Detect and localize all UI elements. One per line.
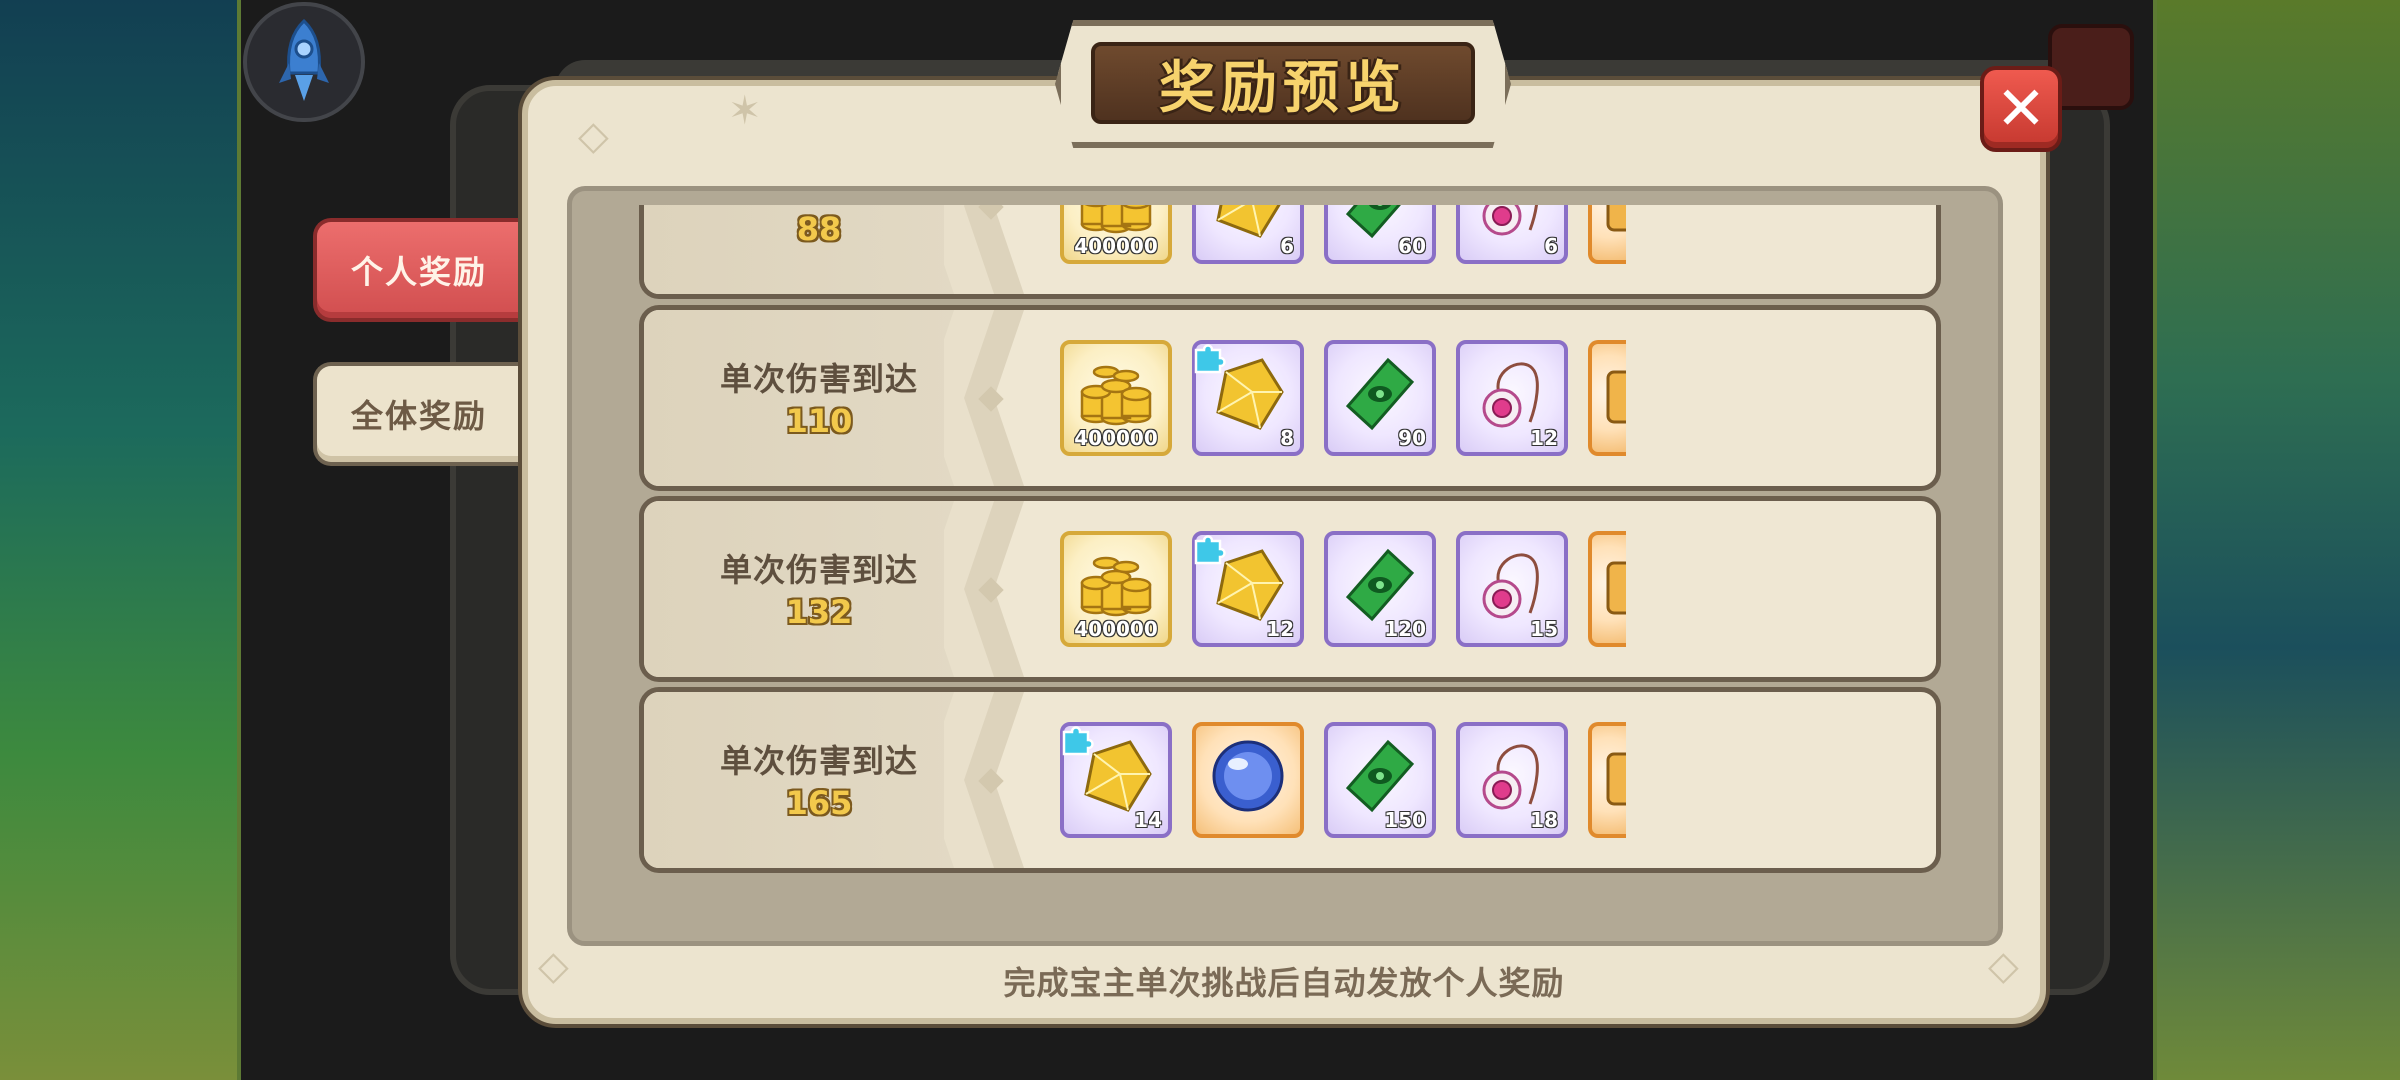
- close-button[interactable]: ✕: [1980, 66, 2062, 152]
- reward-item[interactable]: 120: [1324, 531, 1436, 647]
- fragment-puzzle-icon: [1194, 535, 1226, 565]
- reward-list[interactable]: 单次伤害到达884000006606单次伤害到达11040000089012单次…: [567, 186, 2003, 946]
- row-label: 单次伤害到达: [719, 360, 918, 398]
- reward-item[interactable]: 6: [1456, 205, 1568, 264]
- rocket-icon: [279, 18, 329, 101]
- item-quantity: 400000: [1074, 426, 1158, 450]
- reward-item[interactable]: [1192, 722, 1304, 838]
- pink-amulet-icon: [1482, 362, 1539, 428]
- reward-row: 单次伤害到达 88 400000 6 60 6: [639, 205, 1941, 299]
- row-label: 单次伤害到达: [719, 551, 918, 589]
- title-plate: 奖励预览: [1055, 20, 1511, 148]
- tab-personal-rewards[interactable]: 个人奖励: [313, 218, 521, 322]
- item-quantity: 120: [1384, 617, 1426, 641]
- reward-item[interactable]: 90: [1324, 340, 1436, 456]
- green-gem-icon: [1345, 739, 1415, 813]
- reward-item-partial[interactable]: [1588, 531, 1626, 647]
- item-quantity: 400000: [1074, 234, 1158, 258]
- row-threshold-value: 165: [785, 784, 853, 822]
- corner-ornament-icon: ✶: [728, 88, 762, 134]
- reward-item[interactable]: 400000: [1060, 340, 1172, 456]
- green-gem-icon: [1345, 548, 1415, 622]
- item-quantity: 400000: [1074, 617, 1158, 641]
- green-gem-icon: [1345, 357, 1415, 431]
- item-quantity: 6: [1280, 234, 1294, 258]
- gold-crystal-icon: [1216, 205, 1281, 238]
- gold-coins-icon: [1080, 556, 1152, 617]
- item-quantity: 150: [1384, 808, 1426, 832]
- item-quantity: 8: [1280, 426, 1294, 450]
- row-threshold-value: 88: [796, 210, 842, 248]
- mystery-chest-icon: [1606, 205, 1626, 232]
- mystery-chest-icon: [1606, 561, 1626, 615]
- item-quantity: 90: [1398, 426, 1426, 450]
- reward-item-partial[interactable]: [1588, 722, 1626, 838]
- row-label: 单次伤害到达: [644, 205, 994, 208]
- page-title: 奖励预览: [1091, 42, 1475, 124]
- pink-amulet-icon: [1482, 553, 1539, 619]
- item-quantity: 12: [1530, 426, 1558, 450]
- reward-row: 单次伤害到达 165 14 150 18: [639, 687, 1941, 873]
- fragment-puzzle-icon: [1194, 344, 1226, 374]
- tab-all-rewards[interactable]: 全体奖励: [313, 362, 521, 466]
- row-label: 单次伤害到达: [719, 742, 918, 780]
- item-quantity: 14: [1134, 808, 1162, 832]
- reward-row: 单次伤害到达 110 400000 8 90 12: [639, 305, 1941, 491]
- gold-coins-icon: [1080, 365, 1152, 426]
- mystery-chest-icon: [1606, 752, 1626, 806]
- pink-amulet-icon: [1482, 205, 1538, 236]
- rocket-button[interactable]: [243, 2, 365, 122]
- pink-amulet-icon: [1482, 744, 1539, 810]
- reward-item[interactable]: 14: [1060, 722, 1172, 838]
- reward-item[interactable]: 8: [1192, 340, 1304, 456]
- reward-item[interactable]: 400000: [1060, 205, 1172, 264]
- reward-list-viewport: 单次伤害到达884000006606单次伤害到达11040000089012单次…: [572, 205, 1998, 941]
- corner-ornament-icon: ◇: [578, 113, 609, 159]
- reward-item[interactable]: 6: [1192, 205, 1304, 264]
- reward-item[interactable]: 12: [1456, 340, 1568, 456]
- item-quantity: 6: [1544, 234, 1558, 258]
- row-threshold-value: 110: [785, 402, 853, 440]
- background-right: [2157, 0, 2400, 1080]
- fragment-puzzle-icon: [1062, 726, 1094, 756]
- item-quantity: 18: [1530, 808, 1558, 832]
- item-quantity: 15: [1530, 617, 1558, 641]
- reward-item[interactable]: 150: [1324, 722, 1436, 838]
- reward-row: 单次伤害到达 132 400000 12 120 15: [639, 496, 1941, 682]
- reward-item[interactable]: 12: [1192, 531, 1304, 647]
- reward-item[interactable]: 18: [1456, 722, 1568, 838]
- reward-item[interactable]: 400000: [1060, 531, 1172, 647]
- row-threshold-value: 132: [785, 593, 853, 631]
- reward-item-partial[interactable]: [1588, 205, 1626, 264]
- item-quantity: 12: [1266, 617, 1294, 641]
- reward-item[interactable]: 60: [1324, 205, 1436, 264]
- blue-orb-icon: [1212, 740, 1284, 812]
- reward-item-partial[interactable]: [1588, 340, 1626, 456]
- mystery-chest-icon: [1606, 370, 1626, 424]
- footer-note: 完成宝主单次挑战后自动发放个人奖励: [1003, 964, 1565, 1002]
- close-icon: ✕: [1995, 74, 2047, 144]
- reward-item[interactable]: 15: [1456, 531, 1568, 647]
- item-quantity: 60: [1398, 234, 1426, 258]
- background-left: [0, 0, 237, 1080]
